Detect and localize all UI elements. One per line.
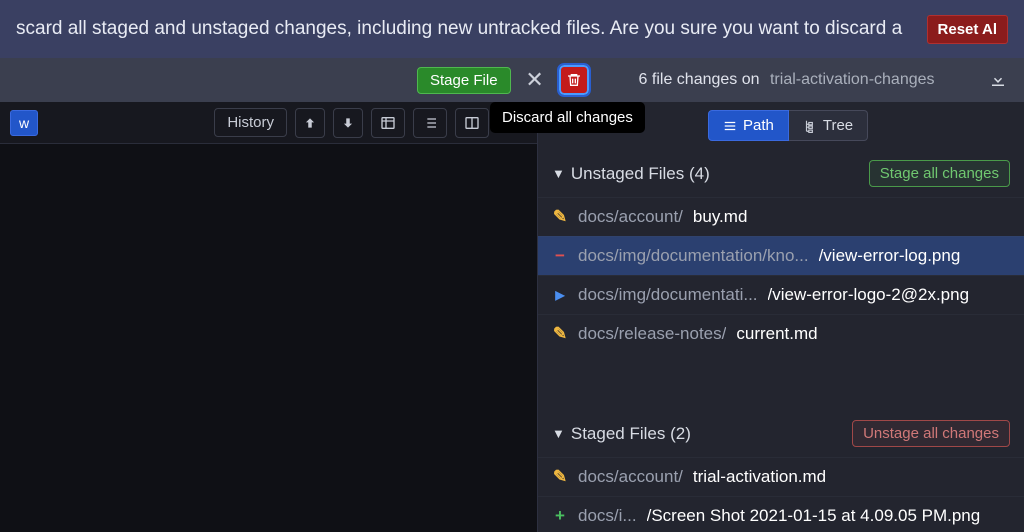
arrow-up-icon[interactable]: [295, 108, 325, 138]
close-icon[interactable]: ✕: [521, 66, 549, 94]
stage-file-button[interactable]: Stage File: [417, 67, 511, 94]
tree-view-button[interactable]: Tree: [789, 110, 868, 141]
staged-section-header[interactable]: ▼ Staged Files (2) Unstage all changes: [538, 409, 1024, 457]
path-view-button[interactable]: Path: [708, 110, 789, 141]
chevron-down-icon: ▼: [552, 426, 565, 441]
pencil-icon: ✎: [552, 467, 568, 487]
main-area: w History: [0, 102, 1024, 532]
file-row[interactable]: ✎ docs/account/trial-activation.md: [538, 457, 1024, 496]
history-button[interactable]: History: [214, 108, 287, 137]
split-view-icon[interactable]: [455, 108, 489, 138]
file-changes-count: 6 file changes on trial-activation-chang…: [639, 71, 935, 89]
branch-name: trial-activation-changes: [770, 71, 935, 88]
discard-all-tooltip: Discard all changes: [490, 102, 645, 133]
file-row[interactable]: ✎ docs/account/buy.md: [538, 197, 1024, 236]
hamburger-icon: [723, 119, 737, 133]
diff-panel: w History: [0, 102, 538, 532]
discard-confirmation-banner: scard all staged and unstaged changes, i…: [0, 0, 1024, 58]
stage-all-button[interactable]: Stage all changes: [869, 160, 1010, 187]
list-view-icon[interactable]: [413, 108, 447, 138]
pencil-icon: ✎: [552, 324, 568, 344]
unstaged-title: Unstaged Files (4): [571, 164, 710, 184]
diff-toolbar: w History: [0, 102, 537, 144]
unstaged-section-header[interactable]: ▼ Unstaged Files (4) Stage all changes: [538, 149, 1024, 197]
chevron-down-icon: ▼: [552, 166, 565, 181]
arrow-down-icon[interactable]: [333, 108, 363, 138]
view-badge[interactable]: w: [10, 110, 38, 136]
file-row[interactable]: ✎ docs/release-notes/current.md: [538, 314, 1024, 353]
trash-icon: [566, 72, 582, 88]
file-row[interactable]: − docs/img/documentation/kno... /view-er…: [538, 236, 1024, 275]
reset-all-button[interactable]: Reset Al: [927, 15, 1008, 44]
table-view-icon[interactable]: [371, 108, 405, 138]
file-row[interactable]: + docs/i... /Screen Shot 2021-01-15 at 4…: [538, 496, 1024, 532]
action-toolbar: Stage File ✕ 6 file changes on trial-act…: [0, 58, 1024, 102]
staged-title: Staged Files (2): [571, 424, 691, 444]
rename-icon: ▶: [552, 288, 568, 302]
staged-file-list: ✎ docs/account/trial-activation.md + doc…: [538, 457, 1024, 532]
minus-icon: −: [552, 246, 568, 266]
changes-panel: Path Tree ▼ Unstaged Files (4) Stage all…: [538, 102, 1024, 532]
file-row[interactable]: ▶ docs/img/documentati... /view-error-lo…: [538, 275, 1024, 314]
discard-all-button[interactable]: [559, 65, 589, 95]
pencil-icon: ✎: [552, 207, 568, 227]
unstage-all-button[interactable]: Unstage all changes: [852, 420, 1010, 447]
confirmation-message: scard all staged and unstaged changes, i…: [16, 18, 903, 40]
plus-icon: +: [552, 506, 568, 526]
tree-icon: [803, 119, 817, 133]
download-icon[interactable]: [984, 66, 1012, 94]
unstaged-file-list: ✎ docs/account/buy.md − docs/img/documen…: [538, 197, 1024, 353]
